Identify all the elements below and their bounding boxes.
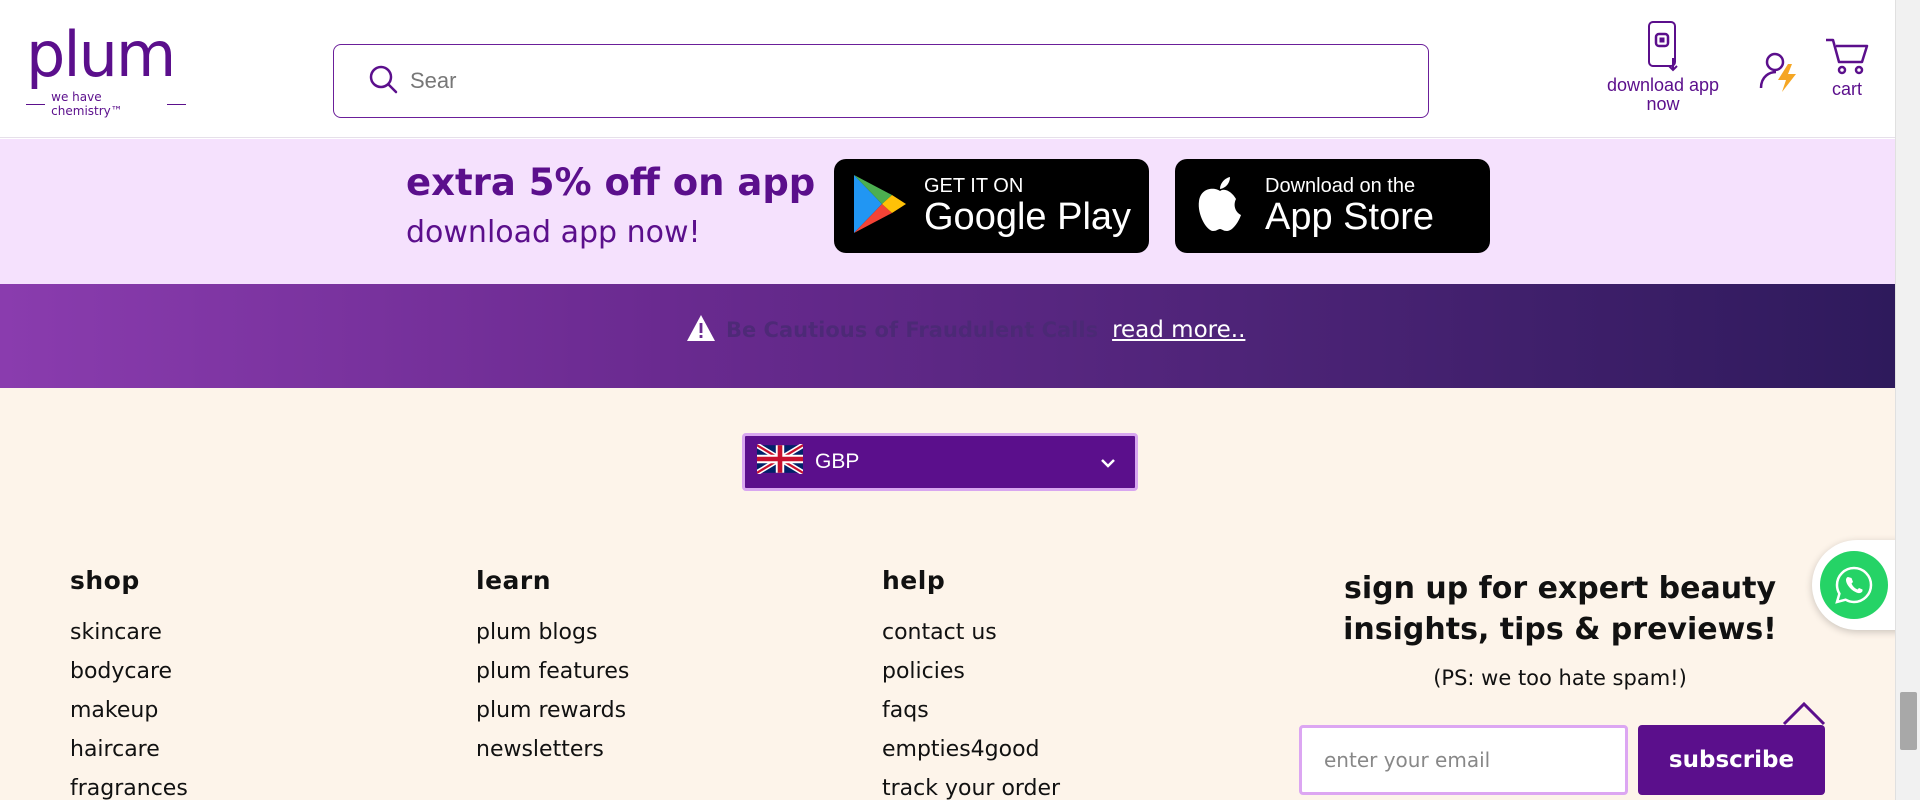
footer-column-shop: shop skincare bodycare makeup haircare f… (70, 566, 188, 800)
download-app-label: download app now (1606, 75, 1720, 114)
phone-download-icon (1645, 20, 1681, 76)
app-store-small-text: Download on the (1265, 175, 1416, 197)
account-icon (1758, 50, 1802, 98)
promo-title: extra 5% off on app (406, 161, 816, 204)
currency-selected-value: GBP (815, 450, 860, 473)
footer-link-faqs[interactable]: faqs (882, 691, 1060, 730)
footer-column-learn: learn plum blogs plum features plum rewa… (476, 566, 629, 769)
search-icon (368, 64, 398, 98)
subscribe-button[interactable]: subscribe (1638, 725, 1825, 795)
search-input[interactable] (410, 68, 1310, 94)
chevron-down-icon (1099, 452, 1117, 476)
uk-flag-icon (755, 442, 805, 480)
site-header: plum we have chemistry™ download app now… (0, 0, 1895, 138)
fraud-warning-banner: Be Cautious of Fraudulent Calls read mor… (0, 284, 1895, 388)
app-promo-section: extra 5% off on app download app now! GE… (0, 139, 1895, 284)
signup-title: sign up for expert beauty insights, tips… (1343, 571, 1777, 647)
footer-link-plum-rewards[interactable]: plum rewards (476, 691, 629, 730)
scrollbar-thumb[interactable] (1900, 692, 1917, 750)
footer-link-haircare[interactable]: haircare (70, 730, 188, 769)
logo-wordmark: plum (26, 18, 176, 91)
read-more-link[interactable]: read more.. (1112, 317, 1245, 343)
footer-link-empties4good[interactable]: empties4good (882, 730, 1060, 769)
banner-text: Be Cautious of Fraudulent Calls (726, 318, 1099, 342)
logo-tagline-text: we have chemistry™ (51, 90, 123, 118)
site-footer: GBP shop skincare bodycare makeup hairca… (0, 388, 1895, 800)
newsletter-signup: sign up for expert beauty insights, tips… (1300, 568, 1820, 690)
currency-selector[interactable]: GBP (742, 433, 1138, 491)
footer-link-plum-blogs[interactable]: plum blogs (476, 613, 629, 652)
warning-icon (686, 314, 716, 346)
footer-link-fragrances[interactable]: fragrances (70, 769, 188, 800)
footer-link-bodycare[interactable]: bodycare (70, 652, 188, 691)
cart-label: cart (1831, 79, 1862, 99)
footer-link-newsletters[interactable]: newsletters (476, 730, 629, 769)
page-scrollbar[interactable] (1895, 0, 1920, 800)
apple-icon (1195, 175, 1245, 237)
account-button[interactable] (1758, 50, 1802, 98)
footer-heading-shop: shop (70, 566, 140, 595)
cart-icon (1824, 36, 1870, 80)
footer-link-contact-us[interactable]: contact us (882, 613, 1060, 652)
search-bar[interactable] (333, 44, 1429, 118)
google-play-icon (852, 173, 908, 239)
google-play-big-text: Google Play (924, 196, 1132, 238)
footer-column-help: help contact us policies faqs empties4go… (882, 566, 1060, 800)
footer-heading-learn: learn (476, 566, 552, 595)
download-app-button[interactable]: download app now (1600, 20, 1726, 114)
app-store-big-text: App Store (1265, 196, 1434, 238)
promo-subtitle: download app now! (406, 215, 701, 250)
google-play-button[interactable]: GET IT ON Google Play (834, 159, 1149, 253)
cart-button[interactable]: cart (1824, 36, 1870, 99)
signup-note: (PS: we too hate spam!) (1433, 666, 1687, 690)
footer-heading-help: help (882, 566, 946, 595)
email-field[interactable] (1299, 725, 1628, 795)
footer-link-track-order[interactable]: track your order (882, 769, 1060, 800)
logo-tagline: we have chemistry™ (26, 90, 187, 118)
footer-link-makeup[interactable]: makeup (70, 691, 188, 730)
plum-logo[interactable]: plum we have chemistry™ (26, 18, 187, 118)
footer-link-plum-features[interactable]: plum features (476, 652, 629, 691)
footer-link-skincare[interactable]: skincare (70, 613, 188, 652)
whatsapp-icon (1820, 551, 1888, 619)
app-store-button[interactable]: Download on the App Store (1175, 159, 1490, 253)
footer-link-policies[interactable]: policies (882, 652, 1060, 691)
google-play-small-text: GET IT ON (924, 175, 1024, 197)
